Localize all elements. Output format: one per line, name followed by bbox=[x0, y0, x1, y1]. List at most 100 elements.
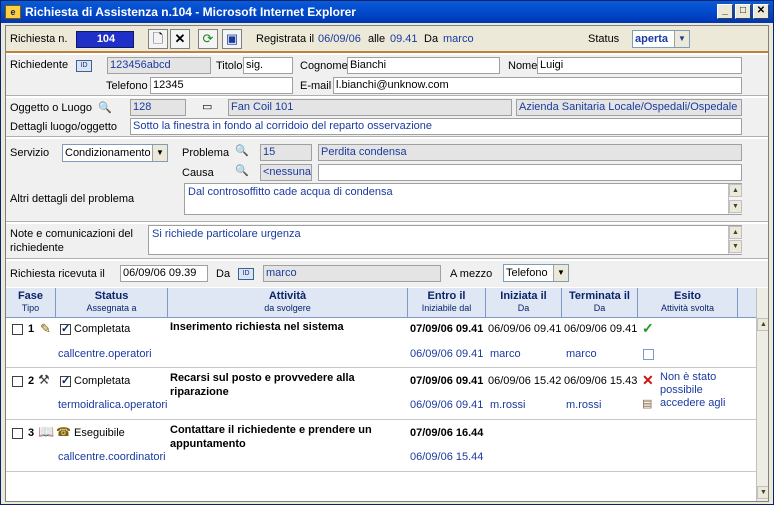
row-esito: Non è stato possibile accedere agli bbox=[660, 371, 726, 409]
row-assigned: termoidralica.operatori bbox=[58, 399, 168, 411]
nome-field[interactable]: Luigi bbox=[537, 57, 742, 74]
scroll-up-icon[interactable]: ▲ bbox=[757, 318, 768, 331]
status-checkbox[interactable] bbox=[60, 374, 71, 387]
col-status[interactable]: Status Assegnata a bbox=[56, 288, 168, 318]
minimize-button[interactable]: _ bbox=[717, 4, 733, 19]
row-activity: Inserimento richiesta nel sistema bbox=[170, 321, 344, 333]
row-iniziabile: 06/09/06 09.41 bbox=[410, 399, 484, 411]
title-bar: e Richiesta di Assistenza n.104 - Micros… bbox=[1, 1, 773, 23]
altri-text: Dal controsoffitto cade acqua di condens… bbox=[188, 186, 393, 198]
divider bbox=[6, 258, 768, 260]
altri-textarea[interactable]: Dal controsoffitto cade acqua di condens… bbox=[184, 183, 742, 215]
close-button[interactable]: ✕ bbox=[753, 4, 769, 19]
chevron-down-icon: ▼ bbox=[553, 265, 568, 281]
requester-section: Richiedente ID 123456abcd Titolo sig. Co… bbox=[6, 55, 768, 95]
refresh-icon[interactable]: ⟳ bbox=[198, 29, 218, 49]
id-card-icon[interactable]: ID bbox=[76, 60, 92, 72]
new-doc-icon[interactable]: 🗋 bbox=[148, 29, 168, 49]
table-row[interactable]: 3 📖 ☎ Eseguibile Contattare il richieden… bbox=[6, 420, 756, 472]
causa-code[interactable]: <nessuna bbox=[260, 164, 312, 181]
lookup-icon[interactable]: 🔍 bbox=[235, 144, 249, 157]
row-terminata: 06/09/06 15.43 bbox=[564, 375, 638, 387]
activity-table-header: Fase Tipo Status Assegnata a Attività da sv… bbox=[6, 288, 756, 318]
status-checkbox[interactable] bbox=[60, 322, 71, 335]
col-entro[interactable]: Entro il Iniziabile dal bbox=[408, 288, 486, 318]
row-entro: 07/09/06 09.41 bbox=[410, 375, 484, 387]
details-label: Dettagli luogo/oggetto bbox=[10, 121, 118, 133]
scroll-down-icon[interactable]: ▼ bbox=[729, 240, 742, 253]
check-icon: ✓ bbox=[642, 320, 654, 336]
row-checkbox[interactable] bbox=[12, 428, 23, 439]
scroll-up-icon[interactable]: ▲ bbox=[729, 226, 742, 239]
mezzo-label: A mezzo bbox=[450, 268, 493, 280]
request-number: 104 bbox=[76, 31, 134, 48]
notes-section: Note e comunicazioni del richiedente Si … bbox=[6, 224, 768, 258]
col-terminata[interactable]: Terminata il Da bbox=[562, 288, 638, 318]
servizio-value: Condizionamento bbox=[65, 147, 151, 159]
status-value: aperta bbox=[635, 33, 669, 45]
telefono-field[interactable]: 12345 bbox=[150, 77, 293, 94]
row-iniziabile: 06/09/06 09.41 bbox=[410, 348, 484, 360]
table-row[interactable]: 2 ⚒ Completata Recarsi sul posto e provv… bbox=[6, 368, 756, 420]
cognome-field[interactable]: Bianchi bbox=[347, 57, 500, 74]
requester-id[interactable]: 123456abcd bbox=[107, 57, 211, 74]
textarea-scrollbar[interactable]: ▲ ▼ bbox=[728, 184, 742, 214]
cross-icon: ✕ bbox=[642, 372, 654, 388]
nome-label: Nome bbox=[508, 60, 538, 72]
note-icon[interactable]: ▤ bbox=[642, 397, 652, 410]
scroll-down-icon[interactable]: ▼ bbox=[729, 200, 742, 213]
content-area: Richiesta n. 104 🗋 ✕ ⟳ ▣ Registrata il 0… bbox=[5, 25, 769, 502]
cognome-label: Cognome bbox=[300, 60, 348, 72]
servizio-select[interactable]: Condizionamento ▼ bbox=[62, 144, 168, 162]
textarea-scrollbar[interactable]: ▲ ▼ bbox=[728, 226, 742, 254]
delete-icon[interactable]: ✕ bbox=[170, 29, 190, 49]
received-label: Richiesta ricevuta il bbox=[10, 268, 105, 280]
row-checkbox[interactable] bbox=[12, 324, 23, 335]
tools-icon: ⚒ bbox=[38, 372, 50, 387]
row-status: Completata bbox=[74, 375, 131, 387]
activity-table-body: 1 ✎ Completata Inserimento richiesta nel… bbox=[6, 318, 756, 501]
save-icon[interactable]: ▣ bbox=[222, 29, 242, 49]
causa-label: Causa bbox=[182, 167, 214, 179]
row-iniziabile: 06/09/06 15.44 bbox=[410, 451, 484, 463]
search-icon[interactable]: 🔍 bbox=[98, 101, 112, 114]
col-iniziata[interactable]: Iniziata il Da bbox=[486, 288, 562, 318]
servizio-label: Servizio bbox=[10, 147, 50, 159]
scroll-down-icon[interactable]: ▼ bbox=[757, 486, 768, 499]
email-label: E-mail bbox=[300, 80, 332, 92]
col-esito[interactable]: Esito Attività svolta bbox=[638, 288, 738, 318]
notes-text: Si richiede particolare urgenza bbox=[152, 228, 301, 240]
row-terminata-da: m.rossi bbox=[566, 399, 602, 411]
status-select[interactable]: aperta ▼ bbox=[632, 30, 690, 48]
titolo-field[interactable]: sig. bbox=[243, 57, 293, 74]
row-checkbox[interactable] bbox=[12, 376, 23, 387]
header-bar: Richiesta n. 104 🗋 ✕ ⟳ ▣ Registrata il 0… bbox=[6, 26, 768, 53]
id-card-icon[interactable]: ID bbox=[238, 268, 254, 280]
esito-checkbox[interactable] bbox=[643, 349, 654, 360]
location-name: Fan Coil 101 bbox=[228, 99, 512, 116]
email-field[interactable]: l.bianchi@unknow.com bbox=[333, 77, 742, 94]
col-fase[interactable]: Fase Tipo bbox=[6, 288, 56, 318]
lookup-icon[interactable]: 🔍 bbox=[235, 164, 249, 177]
mezzo-select[interactable]: Telefono ▼ bbox=[503, 264, 569, 282]
problema-code[interactable]: 15 bbox=[260, 144, 312, 161]
table-row[interactable]: 1 ✎ Completata Inserimento richiesta nel… bbox=[6, 318, 756, 368]
row-entro: 07/09/06 09.41 bbox=[410, 323, 484, 335]
received-datetime[interactable]: 06/09/06 09.39 bbox=[120, 265, 208, 282]
registrata-label: Registrata il bbox=[256, 33, 315, 45]
notes-textarea[interactable]: Si richiede particolare urgenza bbox=[148, 225, 742, 255]
divider bbox=[6, 221, 768, 223]
registrata-date: 06/09/06 bbox=[318, 33, 361, 45]
page-scrollbar[interactable]: ▲ ▼ bbox=[756, 288, 768, 501]
chevron-down-icon: ▼ bbox=[674, 31, 689, 47]
maximize-button[interactable]: □ bbox=[735, 4, 751, 19]
row-activity: Contattare il richiedente e prendere un … bbox=[170, 424, 372, 450]
mezzo-value: Telefono bbox=[506, 267, 548, 279]
details-field[interactable]: Sotto la finestra in fondo al corridoio … bbox=[130, 118, 742, 135]
folder-icon[interactable]: ▭ bbox=[202, 100, 212, 113]
col-attivita[interactable]: Attività da svolgere bbox=[168, 288, 408, 318]
row-status: Completata bbox=[74, 323, 131, 335]
scroll-up-icon[interactable]: ▲ bbox=[729, 184, 742, 197]
location-code[interactable]: 128 bbox=[130, 99, 186, 116]
phase-number: 1 bbox=[28, 323, 35, 335]
